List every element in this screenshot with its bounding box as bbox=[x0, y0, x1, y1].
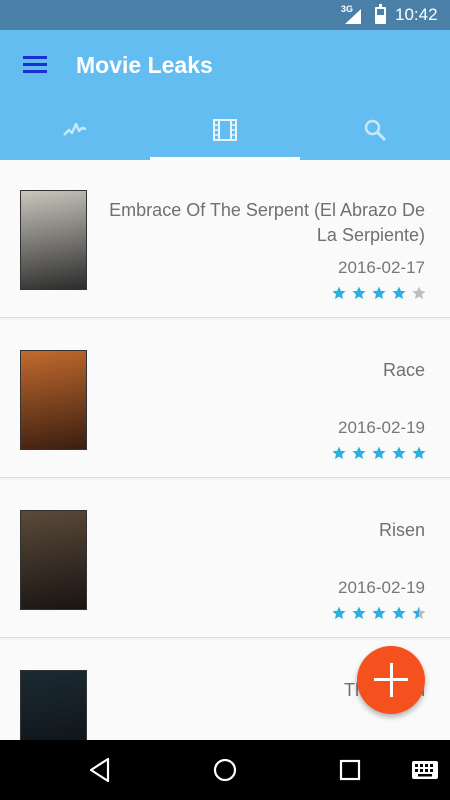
tab-trending[interactable] bbox=[0, 105, 150, 160]
menu-icon[interactable] bbox=[23, 56, 47, 74]
movie-release-date: 2016-02-19 bbox=[338, 418, 425, 437]
star-icon bbox=[412, 286, 426, 299]
star-icon bbox=[392, 286, 406, 299]
star-icon bbox=[352, 606, 366, 619]
movie-release-date: 2016-02-17 bbox=[338, 258, 425, 277]
movie-title: Race bbox=[382, 360, 425, 380]
star-icon bbox=[372, 606, 386, 619]
star-icon bbox=[352, 446, 366, 459]
star-icon bbox=[412, 446, 426, 459]
home-icon[interactable] bbox=[212, 757, 238, 783]
recents-icon[interactable] bbox=[338, 757, 362, 783]
add-button[interactable] bbox=[357, 646, 425, 714]
star-icon bbox=[332, 286, 346, 299]
movie-title: Embrace Of The Serpent (El Abrazo De La … bbox=[109, 200, 425, 245]
trending-icon bbox=[63, 122, 87, 136]
movie-poster bbox=[20, 510, 87, 610]
star-icon bbox=[332, 446, 346, 459]
movie-rating bbox=[332, 286, 426, 300]
star-icon bbox=[392, 606, 406, 619]
tab-search[interactable] bbox=[300, 105, 450, 160]
navigation-bar bbox=[0, 740, 450, 800]
star-icon bbox=[332, 606, 346, 619]
tab-bar bbox=[0, 105, 450, 160]
star-icon bbox=[372, 286, 386, 299]
app-bar: Movie Leaks bbox=[0, 30, 450, 160]
back-icon[interactable] bbox=[88, 757, 112, 783]
movie-title: Risen bbox=[378, 520, 425, 540]
movie-poster bbox=[20, 350, 87, 450]
app-title: Movie Leaks bbox=[76, 52, 213, 78]
signal-icon bbox=[345, 9, 361, 24]
movie-rating bbox=[332, 606, 426, 620]
movie-card[interactable]: Risen 2016-02-19 bbox=[0, 480, 450, 638]
status-time: 10:42 bbox=[395, 5, 438, 24]
star-icon bbox=[392, 446, 406, 459]
tab-movies[interactable] bbox=[150, 105, 300, 160]
star-icon bbox=[412, 606, 426, 619]
movie-card[interactable]: Embrace Of The Serpent (El Abrazo De La … bbox=[0, 160, 450, 318]
movie-poster bbox=[20, 190, 87, 290]
star-icon bbox=[352, 286, 366, 299]
keyboard-icon[interactable] bbox=[412, 761, 438, 779]
movie-card[interactable]: Race 2016-02-19 bbox=[0, 320, 450, 478]
search-icon bbox=[364, 119, 387, 142]
film-icon bbox=[213, 119, 237, 141]
movie-rating bbox=[332, 446, 426, 460]
battery-icon bbox=[375, 4, 386, 24]
movie-release-date: 2016-02-19 bbox=[338, 578, 425, 597]
star-icon bbox=[372, 446, 386, 459]
movie-poster bbox=[20, 670, 87, 740]
status-bar: 3G 10:42 bbox=[0, 0, 450, 30]
